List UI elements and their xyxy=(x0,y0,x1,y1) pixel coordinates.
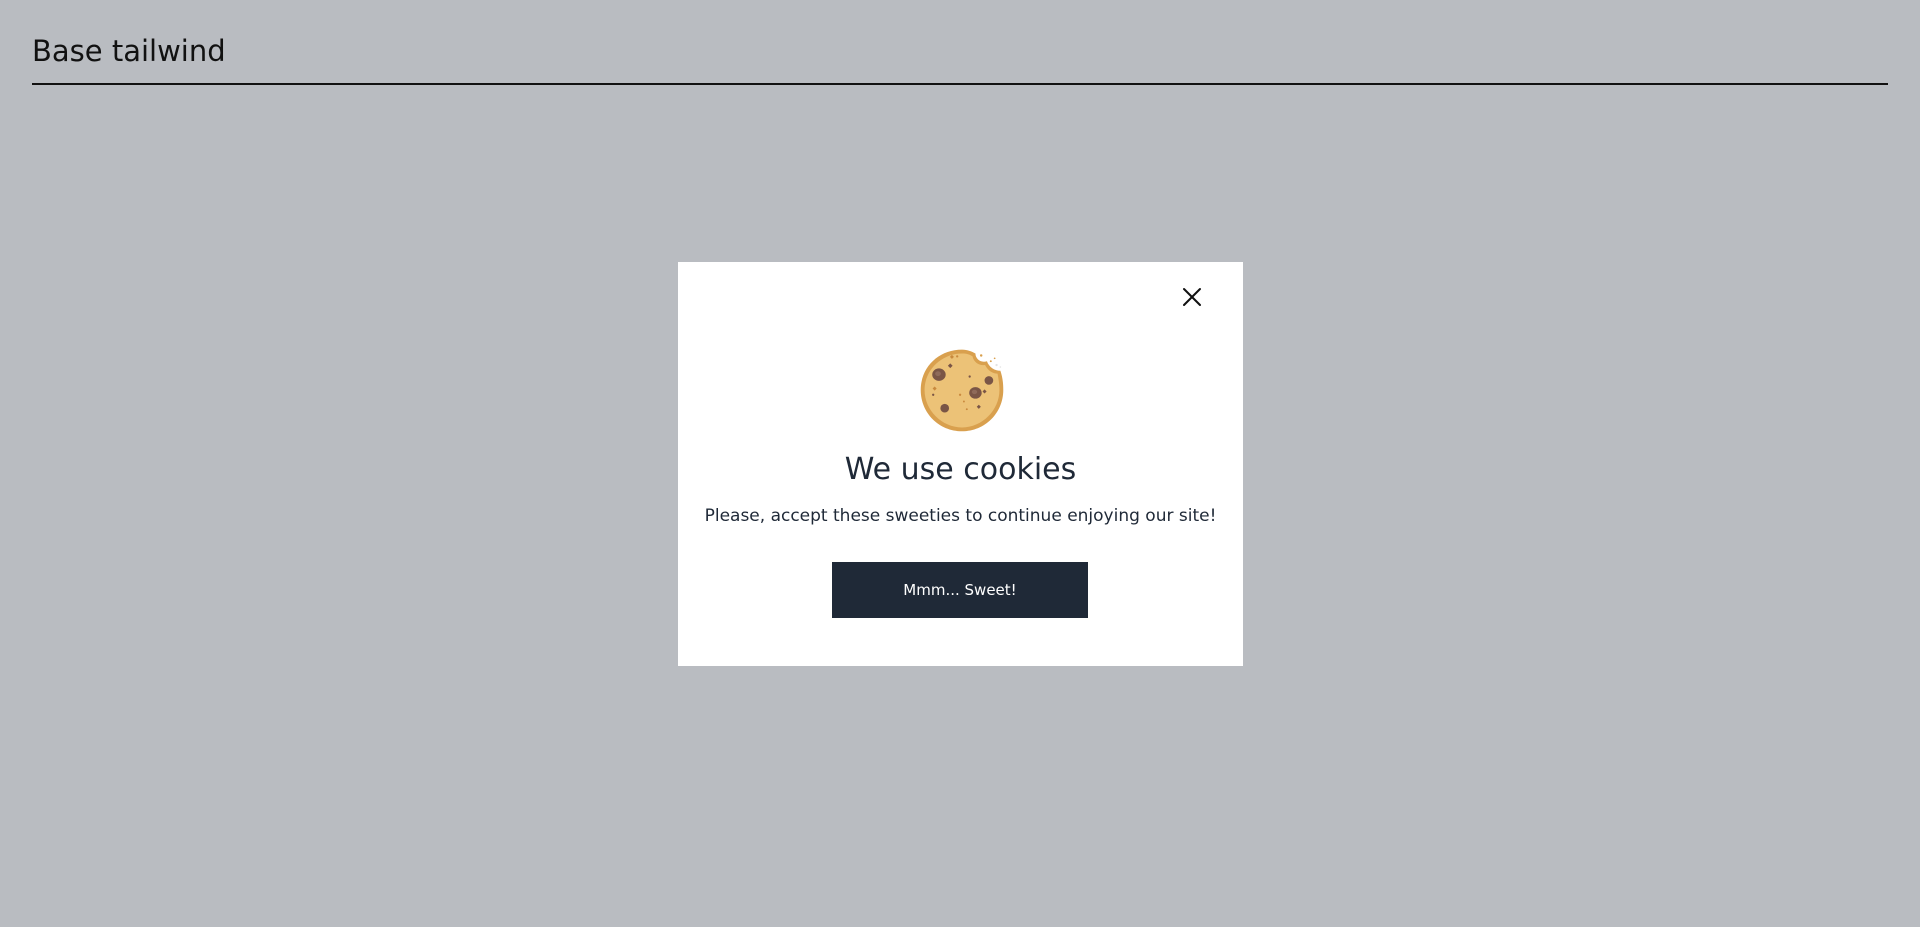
close-icon xyxy=(1183,288,1201,306)
accept-cookies-button[interactable]: Mmm... Sweet! xyxy=(832,562,1088,618)
modal-title: We use cookies xyxy=(844,452,1077,487)
page-title: Base tailwind xyxy=(32,34,226,68)
close-button[interactable] xyxy=(1177,282,1207,312)
modal-message: Please, accept these sweeties to continu… xyxy=(704,506,1217,526)
cookie-consent-modal: We use cookies Please, accept these swee… xyxy=(678,262,1243,666)
page-header: Base tailwind xyxy=(32,0,1888,85)
cookie-icon xyxy=(920,349,1004,432)
